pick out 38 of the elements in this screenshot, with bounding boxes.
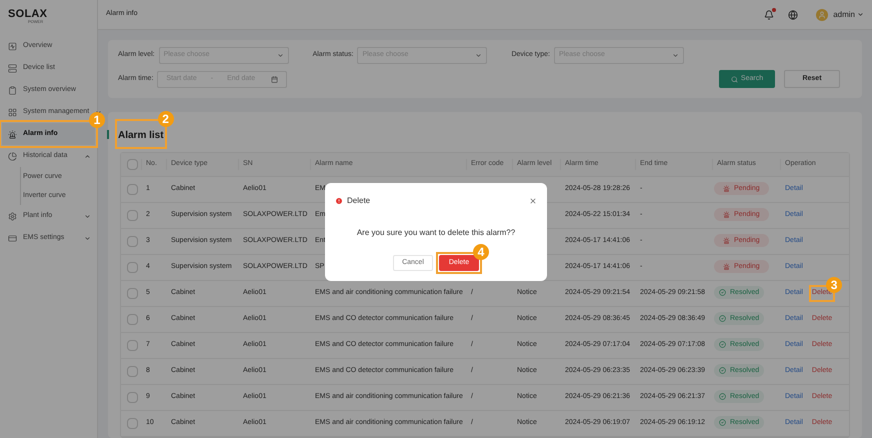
server-icon bbox=[8, 64, 17, 72]
grid-icon bbox=[8, 108, 17, 116]
close-icon[interactable] bbox=[529, 197, 537, 205]
section-title: Alarm list bbox=[118, 130, 164, 141]
checkbox[interactable] bbox=[127, 210, 138, 221]
dialog-title: Delete bbox=[347, 195, 372, 207]
chevron-down-icon[interactable] bbox=[857, 11, 864, 18]
search-icon bbox=[730, 76, 738, 82]
checkbox[interactable] bbox=[127, 392, 138, 403]
user-name[interactable]: admin bbox=[833, 8, 855, 20]
checkbox[interactable] bbox=[127, 418, 138, 429]
pie-chart-icon bbox=[8, 152, 17, 160]
dialog-message: Are you sure you want to delete this alarm?? bbox=[356, 227, 516, 239]
checkbox[interactable] bbox=[127, 314, 138, 325]
checkbox[interactable] bbox=[127, 184, 138, 195]
checkbox[interactable] bbox=[127, 366, 138, 377]
chevron-down-icon bbox=[276, 52, 284, 59]
calendar-icon bbox=[271, 76, 278, 82]
chart-square-icon bbox=[8, 42, 17, 50]
settings-icon bbox=[8, 212, 17, 220]
chevron-down-icon bbox=[475, 52, 482, 59]
chevron-down-icon bbox=[672, 52, 679, 59]
avatar[interactable] bbox=[816, 8, 828, 20]
logo: SOLAX bbox=[8, 8, 48, 20]
globe-icon[interactable] bbox=[788, 10, 798, 20]
callout-number: 4 bbox=[473, 244, 489, 260]
checkbox[interactable] bbox=[127, 159, 138, 170]
alert-icon bbox=[335, 197, 343, 205]
checkbox[interactable] bbox=[127, 236, 138, 247]
siren-icon bbox=[8, 130, 17, 138]
checkbox[interactable] bbox=[127, 262, 138, 273]
checkbox[interactable] bbox=[127, 288, 138, 299]
bell-icon[interactable] bbox=[764, 10, 774, 20]
clipboard-icon bbox=[8, 86, 17, 94]
callout-number: 2 bbox=[158, 111, 174, 127]
callout-number: 1 bbox=[89, 112, 105, 128]
card-icon bbox=[8, 234, 17, 242]
checkbox[interactable] bbox=[127, 340, 138, 351]
